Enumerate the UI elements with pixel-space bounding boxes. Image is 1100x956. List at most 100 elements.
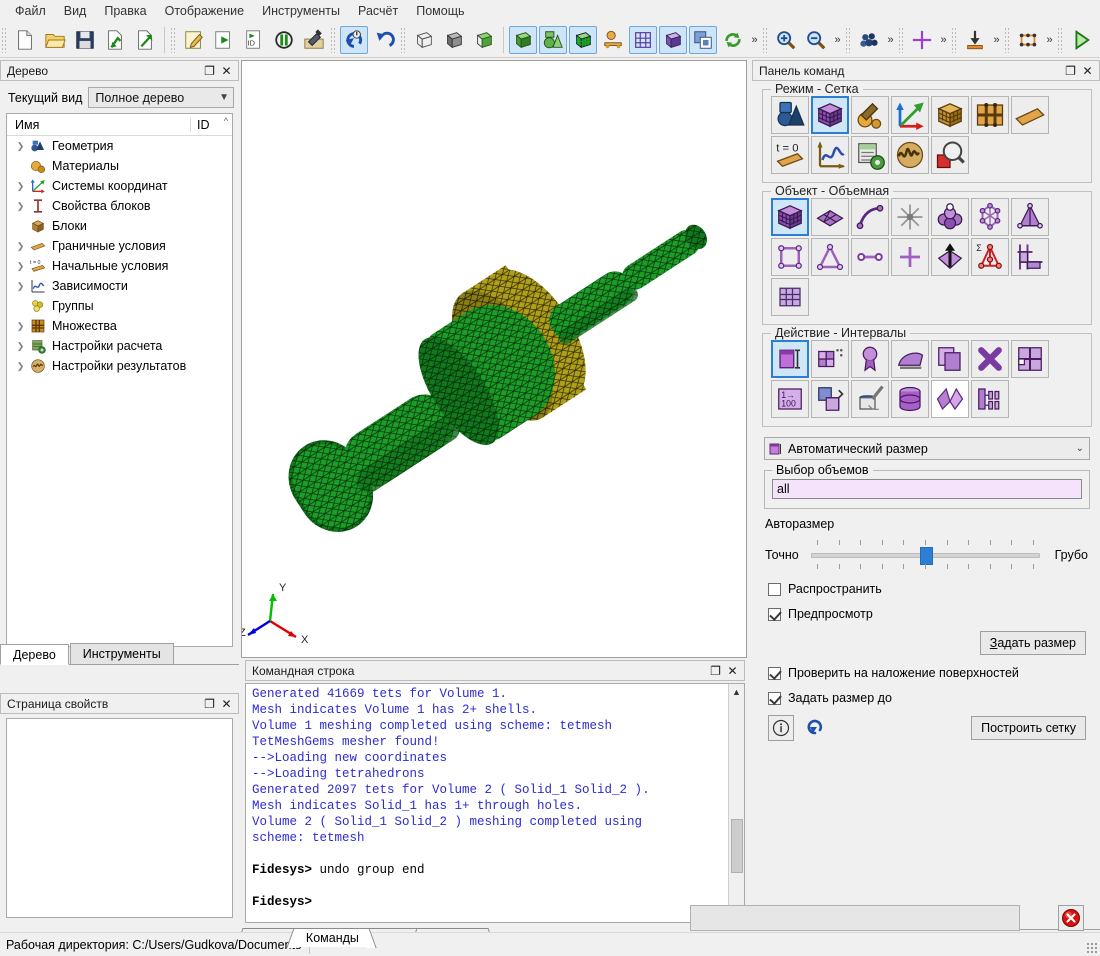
mode-sets-icon[interactable] (971, 96, 1009, 134)
grid-view-icon[interactable] (629, 25, 657, 54)
action-smooth-icon[interactable] (891, 340, 929, 378)
build-icon[interactable] (300, 26, 328, 54)
load-arrow-icon[interactable] (961, 26, 989, 54)
menu-calc[interactable]: Расчёт (349, 1, 407, 21)
object-tri-icon[interactable] (811, 238, 849, 276)
composite-icon[interactable] (599, 26, 627, 54)
toolbar-grip[interactable] (951, 26, 958, 53)
preview-checkbox[interactable] (768, 607, 781, 621)
action-quality-icon[interactable] (851, 340, 889, 378)
object-grid-icon[interactable] (771, 278, 809, 316)
object-vertex-icon[interactable] (891, 198, 929, 236)
properties-content[interactable] (6, 718, 233, 918)
console-tab-2[interactable]: Команды (295, 928, 367, 947)
toolbar-grip[interactable] (898, 26, 905, 53)
toolbar-grip[interactable] (330, 26, 337, 53)
set-size-until-checkbox[interactable] (768, 691, 781, 705)
tree-node[interactable]: ❯ Геометрия (7, 136, 232, 156)
mode-initial-conditions-icon[interactable]: t = 0 (771, 136, 809, 174)
mesh-view-icon[interactable] (569, 25, 597, 54)
action-renumber-icon[interactable]: 1→ 100 (771, 380, 809, 418)
pause-icon[interactable] (270, 26, 298, 54)
tree-panel-float-button[interactable]: ❐ (201, 62, 218, 79)
console-close-button[interactable]: ✕ (724, 662, 741, 679)
object-tet-icon[interactable] (1011, 198, 1049, 236)
expand-chevron-icon[interactable]: ❯ (13, 341, 28, 352)
tree-tab-1[interactable]: Дерево (0, 644, 69, 665)
mode-coordinate-systems-icon[interactable] (891, 96, 929, 134)
action-copy-icon[interactable] (931, 340, 969, 378)
console-scrollbar[interactable]: ▲ ▼ (728, 684, 744, 922)
action-mirror-icon[interactable] (931, 380, 969, 418)
action-compare-icon[interactable] (971, 380, 1009, 418)
action-delete-icon[interactable] (971, 340, 1009, 378)
toolbar-grip[interactable] (762, 26, 769, 53)
tree-node[interactable]: Группы (7, 296, 232, 316)
toolbar-overflow-chevron[interactable]: » (884, 27, 897, 53)
command-panel-close-button[interactable]: ✕ (1079, 62, 1096, 79)
current-view-combo[interactable]: Полное дерево ▼ (88, 87, 234, 108)
toolbar-overflow-chevron[interactable]: » (937, 27, 950, 53)
open-folder-icon[interactable] (41, 26, 69, 54)
object-quad-icon[interactable] (771, 238, 809, 276)
expand-chevron-icon[interactable]: ❯ (13, 241, 28, 252)
menu-tools[interactable]: Инструменты (253, 1, 349, 21)
object-edge-icon[interactable] (851, 238, 889, 276)
check-overlap-checkbox[interactable] (768, 666, 781, 680)
tree-view[interactable]: Имя ID ^ ❯ Геометрия Материалы ❯ Системы коо… (6, 113, 233, 647)
scroll-up-icon[interactable]: ▲ (729, 684, 745, 699)
object-group-icon[interactable] (931, 198, 969, 236)
propagate-checkbox[interactable] (768, 582, 781, 596)
undo-icon[interactable] (370, 26, 398, 54)
tree-panel-close-button[interactable]: ✕ (218, 62, 235, 79)
mode-calc-settings-icon[interactable] (851, 136, 889, 174)
slider-thumb[interactable] (919, 547, 933, 565)
tree-column-id[interactable]: ID ^ (190, 116, 232, 132)
toolbar-grip[interactable] (1, 26, 8, 53)
toolbar-grip[interactable] (1004, 26, 1011, 53)
tree-node[interactable]: ❯ Граничные условия (7, 236, 232, 256)
id-journal-icon[interactable]: ID (240, 26, 268, 54)
zoom-in-icon[interactable] (772, 26, 800, 54)
object-sweep-icon[interactable] (931, 238, 969, 276)
properties-panel-close-button[interactable]: ✕ (218, 695, 235, 712)
geometry-primitives-icon[interactable] (539, 25, 567, 54)
mode-dependencies-icon[interactable] (811, 136, 849, 174)
command-input[interactable] (690, 905, 1020, 931)
smooth-shade-view-icon[interactable] (470, 26, 498, 54)
action-intervals-icon[interactable] (771, 340, 809, 378)
mode-materials-icon[interactable] (851, 96, 889, 134)
set-size-until-checkbox-row[interactable]: Задать размер до (768, 691, 1096, 705)
mode-inspect-icon[interactable] (931, 136, 969, 174)
toolbar-overflow-chevron[interactable]: » (831, 27, 844, 53)
build-mesh-button[interactable]: Построить сетку (971, 716, 1086, 740)
menu-edit[interactable]: Правка (95, 1, 155, 21)
tree-node[interactable]: ❯ Свойства блоков (7, 196, 232, 216)
menu-display[interactable]: Отображение (156, 1, 253, 21)
console-float-button[interactable]: ❐ (707, 662, 724, 679)
clipping-plane-icon[interactable] (689, 25, 717, 54)
command-panel-float-button[interactable]: ❐ (1062, 62, 1079, 79)
check-overlap-checkbox-row[interactable]: Проверить на наложение поверхностей (768, 666, 1096, 680)
object-skeleton-icon[interactable]: Σ (971, 238, 1009, 276)
refresh-icon[interactable] (719, 26, 747, 54)
scrollbar-thumb[interactable] (731, 819, 743, 873)
mode-results-icon[interactable] (891, 136, 929, 174)
mode-blocks-icon[interactable] (931, 96, 969, 134)
tree-column-name[interactable]: Имя (7, 118, 190, 132)
toolbar-grip[interactable] (400, 26, 407, 53)
object-curve-icon[interactable] (851, 198, 889, 236)
console-body[interactable]: Generated 41669 tets for Volume 1. Mesh i… (245, 683, 745, 923)
wireframe-view-icon[interactable] (410, 26, 438, 54)
menu-file[interactable]: Файл (6, 1, 55, 21)
object-volume-icon[interactable] (771, 198, 809, 236)
toolbar-overflow-chevron[interactable]: » (1096, 27, 1100, 53)
tree-node[interactable]: Материалы (7, 156, 232, 176)
export-icon[interactable] (131, 26, 159, 54)
tree-node[interactable]: ❯ Настройки расчета (7, 336, 232, 356)
resize-grip[interactable] (1086, 942, 1098, 954)
save-icon[interactable] (71, 26, 99, 54)
toolbar-grip[interactable] (170, 26, 177, 53)
preview-checkbox-row[interactable]: Предпросмотр (768, 607, 1096, 621)
toolbar-overflow-chevron[interactable]: » (748, 27, 761, 53)
